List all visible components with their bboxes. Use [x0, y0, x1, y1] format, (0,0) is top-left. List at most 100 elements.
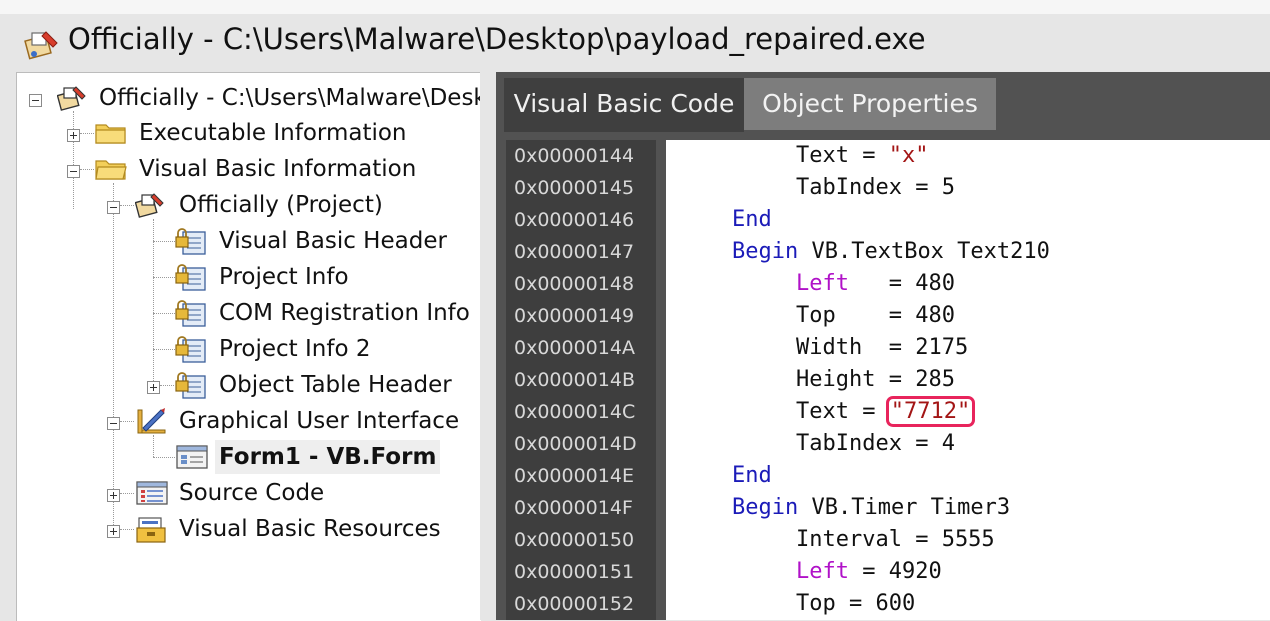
- tree-node-visual-basic-information[interactable]: Visual Basic Information: [17, 152, 481, 186]
- tree-view[interactable]: Officially - C:\Users\Malware\Desktop\pa…: [16, 72, 481, 621]
- code-address: 0x0000014F: [514, 497, 633, 519]
- code-address: 0x00000144: [514, 145, 635, 167]
- code-address: 0x00000149: [514, 305, 635, 327]
- code-token: = 4920: [848, 559, 942, 584]
- form-icon: [176, 445, 208, 469]
- code-address: 0x00000151: [514, 561, 635, 583]
- tree-node-project-info[interactable]: Project Info: [17, 260, 481, 294]
- code-line: Top = 600: [796, 588, 915, 620]
- tree-node-com-registration-info[interactable]: COM Registration Info: [17, 296, 481, 330]
- code-address: 0x0000014B: [514, 369, 635, 391]
- code-line: Text = "x": [796, 140, 928, 172]
- pane-splitter[interactable]: [480, 72, 496, 620]
- window-title: Officially - C:\Users\Malware\Desktop\pa…: [68, 22, 926, 56]
- tree-node-visual-basic-header[interactable]: Visual Basic Header: [17, 224, 481, 258]
- code-column: Text = "x" TabIndex = 5 End Begin VB.TextBo…: [666, 140, 1270, 620]
- tree-node-label: Graphical User Interface: [179, 408, 460, 434]
- locked-document-icon: [175, 372, 206, 399]
- code-address: 0x0000014D: [514, 433, 637, 455]
- tree-node-label: Officially - C:\Users\Malware\Desktop\pa…: [99, 85, 481, 111]
- tree-node-label: Source Code: [179, 480, 325, 506]
- tree-node-object-table-header[interactable]: Object Table Header: [17, 368, 481, 402]
- code-line: Width = 2175: [796, 332, 968, 364]
- locked-document-icon: [175, 336, 206, 363]
- code-address: 0x00000148: [514, 273, 635, 295]
- folder-icon: [95, 160, 127, 180]
- vb-project-icon: [24, 31, 58, 60]
- tree-node-form1[interactable]: Form1 - VB.Form: [17, 440, 481, 474]
- expand-toggle[interactable]: [107, 489, 120, 502]
- address-column: 0x00000144 0x00000145 0x00000146 0x00000147…: [506, 140, 656, 620]
- code-address: 0x0000014C: [514, 401, 636, 423]
- code-address: 0x00000152: [514, 593, 635, 615]
- collapse-toggle[interactable]: [67, 165, 80, 178]
- expand-toggle[interactable]: [147, 381, 160, 394]
- code-line: End: [732, 204, 772, 236]
- code-line: End: [732, 460, 772, 492]
- code-token: Begin: [732, 239, 799, 264]
- tree-node-officially-project[interactable]: Officially (Project): [17, 188, 481, 222]
- code-address: 0x00000147: [514, 241, 635, 263]
- code-line: TabIndex = 5: [796, 172, 955, 204]
- locked-document-icon: [175, 264, 206, 291]
- expand-toggle[interactable]: [67, 129, 80, 142]
- tab-object-properties[interactable]: Object Properties: [744, 78, 996, 130]
- code-line: TabIndex = 4: [796, 428, 955, 460]
- code-line: Begin VB.TextBox Text210: [732, 236, 1050, 268]
- code-address: 0x0000014E: [514, 465, 634, 487]
- code-token: Text =: [796, 399, 889, 424]
- resources-icon: [136, 517, 166, 543]
- code-token: Begin: [732, 495, 799, 520]
- code-token: Left: [796, 559, 849, 584]
- collapse-toggle[interactable]: [107, 417, 120, 430]
- code-token: TabIndex = 4: [796, 431, 955, 456]
- collapse-toggle[interactable]: [29, 94, 42, 107]
- expand-toggle[interactable]: [107, 525, 120, 538]
- tree-node-label: Object Table Header: [219, 372, 452, 398]
- tree-node-executable-information[interactable]: Executable Information: [17, 116, 481, 150]
- tree-node-visual-basic-resources[interactable]: Visual Basic Resources: [17, 512, 481, 546]
- code-address: 0x00000146: [514, 209, 635, 231]
- tree-node-label: Project Info: [219, 264, 349, 290]
- code-token: Interval = 5555: [796, 527, 995, 552]
- details-pane: Visual Basic Code Object Properties 0x00…: [496, 72, 1270, 620]
- code-token: Top = 480: [796, 303, 955, 328]
- folder-icon: [95, 124, 126, 144]
- code-line: Left = 480: [796, 268, 955, 300]
- code-address: 0x00000145: [514, 177, 635, 199]
- locked-document-icon: [175, 228, 206, 255]
- code-token: TabIndex = 5: [796, 175, 955, 200]
- tab-visual-basic-code[interactable]: Visual Basic Code: [504, 78, 744, 132]
- tree-node-label: Officially (Project): [179, 192, 383, 218]
- code-token: Left: [796, 271, 849, 296]
- code-line: Height = 285: [796, 364, 955, 396]
- tree-node-graphical-user-interface[interactable]: Graphical User Interface: [17, 404, 481, 438]
- code-token: End: [732, 207, 772, 232]
- tree-node-project-info-2[interactable]: Project Info 2: [17, 332, 481, 366]
- code-line: Interval = 5555: [796, 524, 995, 556]
- code-token: VB.TextBox Text210: [798, 239, 1050, 264]
- tree-node-label: Visual Basic Header: [219, 228, 447, 254]
- code-token: Height = 285: [796, 367, 955, 392]
- code-token: End: [732, 463, 772, 488]
- vb-project-icon: [135, 193, 164, 218]
- code-line: Begin VB.Timer Timer3: [732, 492, 1010, 524]
- code-line: Left = 4920: [796, 556, 942, 588]
- tree-node-source-code[interactable]: Source Code: [17, 476, 481, 510]
- title-bar: Officially - C:\Users\Malware\Desktop\pa…: [0, 0, 1270, 72]
- code-viewer[interactable]: 0x00000144 0x00000145 0x00000146 0x00000147…: [506, 140, 1270, 620]
- code-line: Text = "7712": [796, 396, 976, 428]
- code-address: 0x00000150: [514, 529, 635, 551]
- code-token: Top = 600: [796, 591, 916, 616]
- tree-node-label: Form1 - VB.Form: [215, 440, 441, 474]
- tree-node-label: Project Info 2: [219, 336, 371, 362]
- tree-node-label: Visual Basic Resources: [179, 516, 441, 542]
- code-address: 0x0000014A: [514, 337, 635, 359]
- code-token: Text =: [796, 143, 889, 168]
- collapse-toggle[interactable]: [107, 201, 120, 214]
- locked-document-icon: [175, 300, 206, 327]
- code-token: "x": [888, 143, 929, 168]
- tree-node-label: Visual Basic Information: [139, 156, 417, 182]
- code-token: Width = 2175: [796, 335, 969, 360]
- tree-node-root[interactable]: Officially - C:\Users\Malware\Desktop\pa…: [17, 81, 481, 115]
